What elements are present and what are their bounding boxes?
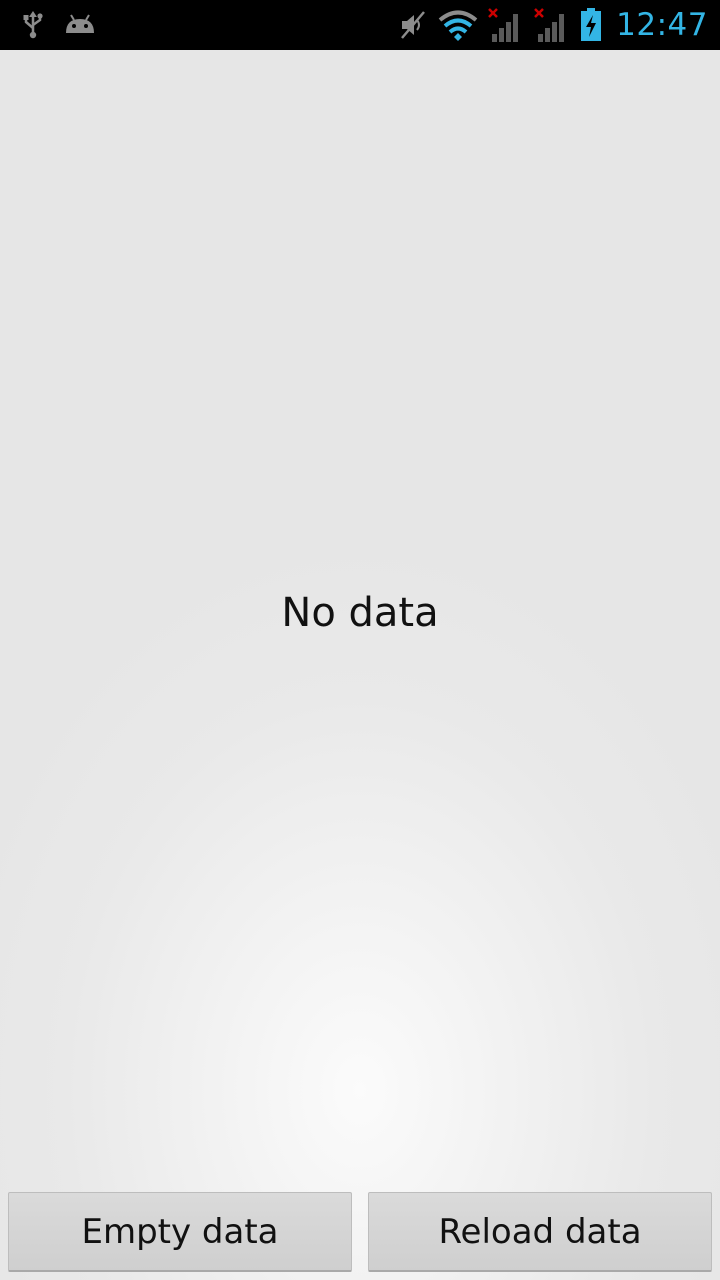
android-debug-icon xyxy=(64,13,96,37)
battery-charging-icon xyxy=(580,8,602,42)
signal-no-service-icon xyxy=(488,8,524,42)
empty-state-message: No data xyxy=(281,590,439,636)
reload-data-button[interactable]: Reload data xyxy=(368,1192,712,1272)
usb-icon xyxy=(22,11,44,39)
system-icons: 12:47 xyxy=(398,7,720,43)
status-bar: 12:47 xyxy=(0,0,720,50)
wifi-icon xyxy=(438,9,478,41)
signal-no-service-icon xyxy=(534,8,570,42)
main-content: No data Empty data Reload data xyxy=(0,50,720,1280)
empty-data-button[interactable]: Empty data xyxy=(8,1192,352,1272)
status-bar-clock: 12:47 xyxy=(616,7,708,43)
notification-icons xyxy=(0,11,96,39)
mute-icon xyxy=(398,9,428,41)
button-bar: Empty data Reload data xyxy=(8,1192,712,1272)
